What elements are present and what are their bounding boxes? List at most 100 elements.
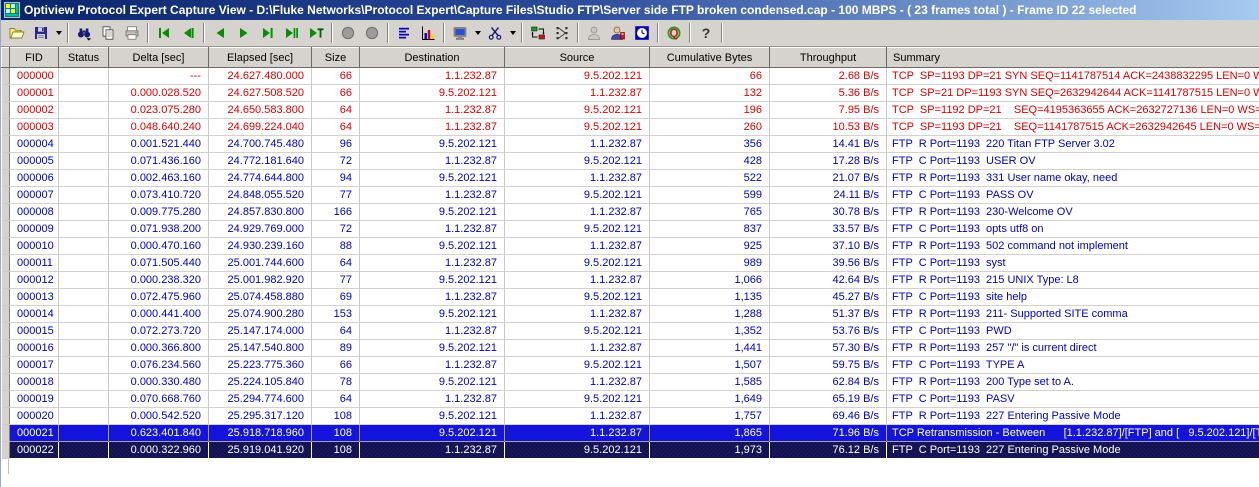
cell-source[interactable]: 9.5.202.121 (505, 442, 650, 459)
cell-summary[interactable]: FTP R Port=1193 211- Supported SITE comm… (887, 306, 1259, 323)
cell-source[interactable]: 1.1.232.87 (505, 340, 650, 357)
cell-cumulative-bytes[interactable]: 1,585 (650, 374, 770, 391)
cell-cumulative-bytes[interactable]: 1,135 (650, 289, 770, 306)
cell-throughput[interactable]: 59.75 B/s (770, 357, 887, 374)
cell-source[interactable]: 1.1.232.87 (505, 306, 650, 323)
cell-summary[interactable]: FTP C Port=1193 opts utf8 on (887, 221, 1259, 238)
cell-elapsed[interactable]: 25.074.458.880 (209, 289, 312, 306)
cell-fid[interactable]: 000011 (10, 255, 59, 272)
cell-status[interactable] (59, 357, 109, 374)
monitor-view-button[interactable] (448, 22, 472, 44)
cell-destination[interactable]: 1.1.232.87 (360, 68, 505, 85)
cell-source[interactable]: 1.1.232.87 (505, 238, 650, 255)
cell-summary[interactable]: TCP SP=21 DP=1193 SYN SEQ=2632942644 ACK… (887, 85, 1259, 102)
frame-row[interactable]: 0000030.048.640.24024.699.224.040641.1.2… (2, 119, 1259, 136)
previous-frame-button[interactable] (208, 22, 232, 44)
goto-last-frame-button[interactable] (280, 22, 304, 44)
cell-elapsed[interactable]: 24.627.480.000 (209, 68, 312, 85)
frame-row[interactable]: 0000130.072.475.96025.074.458.880691.1.2… (2, 289, 1259, 306)
next-marked-frame-button[interactable] (256, 22, 280, 44)
cell-throughput[interactable]: 62.84 B/s (770, 374, 887, 391)
cell-cumulative-bytes[interactable]: 837 (650, 221, 770, 238)
cell-size[interactable]: 78 (312, 374, 360, 391)
cell-destination[interactable]: 1.1.232.87 (360, 357, 505, 374)
cell-fid[interactable]: 000009 (10, 221, 59, 238)
cell-throughput[interactable]: 21.07 B/s (770, 170, 887, 187)
cell-destination[interactable]: 1.1.232.87 (360, 221, 505, 238)
frame-slice-dropdown-button[interactable] (507, 22, 518, 44)
cell-source[interactable]: 9.5.202.121 (505, 323, 650, 340)
cell-status[interactable] (59, 391, 109, 408)
cell-source[interactable]: 1.1.232.87 (505, 204, 650, 221)
cell-status[interactable] (59, 408, 109, 425)
cell-throughput[interactable]: 37.10 B/s (770, 238, 887, 255)
cell-status[interactable] (59, 272, 109, 289)
goto-trigger-button[interactable] (304, 22, 328, 44)
cell-destination[interactable]: 1.1.232.87 (360, 323, 505, 340)
cell-delta[interactable]: 0.070.668.760 (109, 391, 209, 408)
cell-summary[interactable]: FTP C Port=1193 TYPE A (887, 357, 1259, 374)
cell-throughput[interactable]: 24.11 B/s (770, 187, 887, 204)
cell-delta[interactable]: 0.009.775.280 (109, 204, 209, 221)
stop-button[interactable] (336, 22, 360, 44)
cell-summary[interactable]: FTP R Port=1193 200 Type set to A. (887, 374, 1259, 391)
cell-size[interactable]: 72 (312, 221, 360, 238)
cell-cumulative-bytes[interactable]: 1,066 (650, 272, 770, 289)
cell-elapsed[interactable]: 25.074.900.280 (209, 306, 312, 323)
cell-throughput[interactable]: 5.36 B/s (770, 85, 887, 102)
frame-row[interactable]: 0000050.071.436.16024.772.181.640721.1.2… (2, 153, 1259, 170)
route-map-button[interactable] (526, 22, 550, 44)
cell-status[interactable] (59, 68, 109, 85)
cell-throughput[interactable]: 33.57 B/s (770, 221, 887, 238)
cell-throughput[interactable]: 42.64 B/s (770, 272, 887, 289)
cell-cumulative-bytes[interactable]: 989 (650, 255, 770, 272)
cell-source[interactable]: 1.1.232.87 (505, 85, 650, 102)
frame-row[interactable]: 0000080.009.775.28024.857.830.8001669.5.… (2, 204, 1259, 221)
cell-elapsed[interactable]: 24.700.745.480 (209, 136, 312, 153)
cell-delta[interactable]: 0.071.938.200 (109, 221, 209, 238)
cell-size[interactable]: 64 (312, 391, 360, 408)
cell-destination[interactable]: 1.1.232.87 (360, 391, 505, 408)
frame-row[interactable]: 0000100.000.470.16024.930.239.160889.5.2… (2, 238, 1259, 255)
cell-destination[interactable]: 9.5.202.121 (360, 170, 505, 187)
cell-elapsed[interactable]: 25.295.317.120 (209, 408, 312, 425)
save-dropdown-button[interactable] (53, 22, 64, 44)
cell-elapsed[interactable]: 24.857.830.800 (209, 204, 312, 221)
cell-fid[interactable]: 000002 (10, 102, 59, 119)
cell-source[interactable]: 1.1.232.87 (505, 272, 650, 289)
cell-throughput[interactable]: 53.76 B/s (770, 323, 887, 340)
cell-summary[interactable]: FTP C Port=1193 PASV (887, 391, 1259, 408)
cell-source[interactable]: 1.1.232.87 (505, 374, 650, 391)
stop-capture-button[interactable] (360, 22, 384, 44)
cell-destination[interactable]: 9.5.202.121 (360, 238, 505, 255)
frame-row[interactable]: 0000070.073.410.72024.848.055.520771.1.2… (2, 187, 1259, 204)
cell-cumulative-bytes[interactable]: 1,507 (650, 357, 770, 374)
cell-fid[interactable]: 000012 (10, 272, 59, 289)
cell-size[interactable]: 66 (312, 85, 360, 102)
frame-row[interactable]: 0000220.000.322.96025.919.041.9201081.1.… (2, 442, 1259, 459)
cell-destination[interactable]: 9.5.202.121 (360, 272, 505, 289)
cell-cumulative-bytes[interactable]: 1,441 (650, 340, 770, 357)
cell-summary[interactable]: TCP Retransmission - Between [1.1.232.87… (887, 425, 1259, 442)
cell-summary[interactable]: FTP R Port=1193 331 User name okay, need (887, 170, 1259, 187)
cell-size[interactable]: 64 (312, 323, 360, 340)
cell-size[interactable]: 77 (312, 187, 360, 204)
cell-fid[interactable]: 000019 (10, 391, 59, 408)
frame-slice-button[interactable] (483, 22, 507, 44)
frame-row[interactable]: 000000---24.627.480.000661.1.232.879.5.2… (2, 68, 1259, 85)
cell-cumulative-bytes[interactable]: 66 (650, 68, 770, 85)
cell-summary[interactable]: FTP C Port=1193 227 Entering Passive Mod… (887, 442, 1259, 459)
cell-size[interactable]: 72 (312, 153, 360, 170)
cell-summary[interactable]: FTP C Port=1193 USER OV (887, 153, 1259, 170)
cell-source[interactable]: 9.5.202.121 (505, 119, 650, 136)
cell-throughput[interactable]: 65.19 B/s (770, 391, 887, 408)
cell-fid[interactable]: 000007 (10, 187, 59, 204)
cell-size[interactable]: 153 (312, 306, 360, 323)
frame-row[interactable]: 0000110.071.505.44025.001.744.600641.1.2… (2, 255, 1259, 272)
cell-fid[interactable]: 000022 (10, 442, 59, 459)
cell-elapsed[interactable]: 24.627.508.520 (209, 85, 312, 102)
column-header-elapsed[interactable]: Elapsed [sec] (209, 48, 312, 68)
frame-row[interactable]: 0000210.623.401.84025.918.718.9601089.5.… (2, 425, 1259, 442)
cell-status[interactable] (59, 85, 109, 102)
cell-summary[interactable]: TCP SP=1192 DP=21 SEQ=4195363655 ACK=263… (887, 102, 1259, 119)
